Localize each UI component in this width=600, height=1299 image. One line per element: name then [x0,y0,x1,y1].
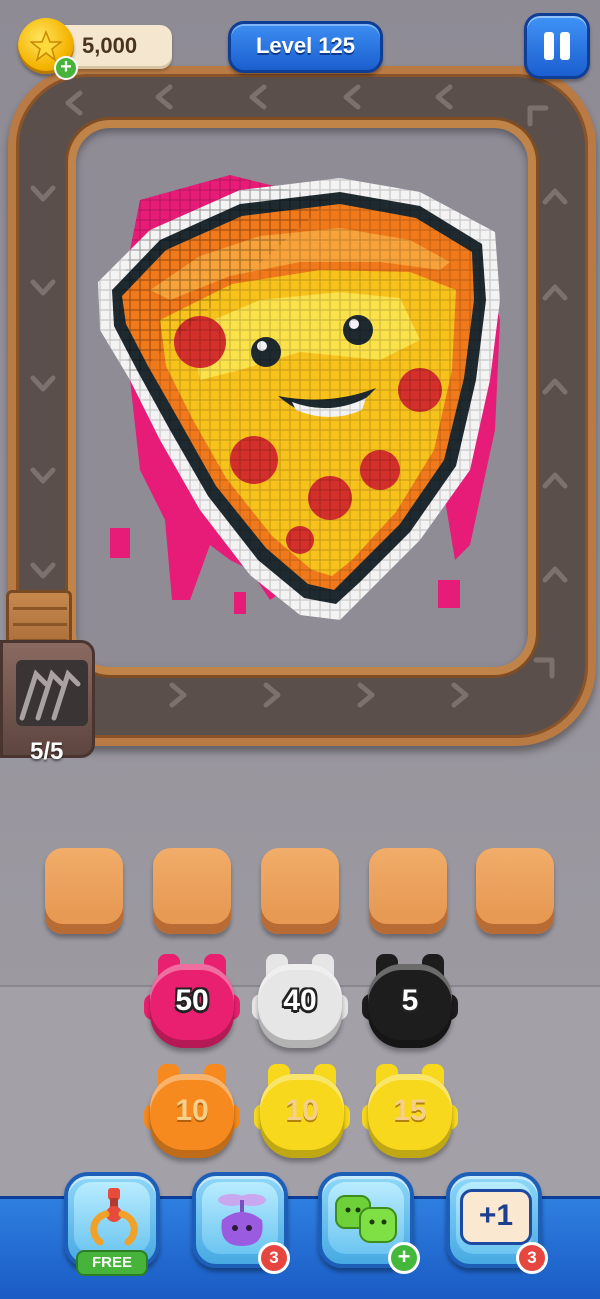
jelly-add-badge[interactable]: + [388,1242,420,1274]
conveyor-counter: 5/5 [30,738,64,765]
shooter-count: 10 [285,1094,319,1127]
free-tag: FREE [76,1250,148,1276]
holding-slot-4[interactable] [369,848,447,934]
add-coins-icon[interactable]: + [54,56,78,80]
shooter-blob[interactable]: 10 [254,1062,350,1162]
launcher-teeth [16,660,88,726]
shooter-blob[interactable]: 10 [144,1062,240,1162]
holding-slot-5[interactable] [476,848,554,934]
shooter-count: 10 [175,1094,209,1127]
shooter-blob[interactable]: 50 [144,952,240,1052]
pause-icon [544,32,554,60]
shooter-count: 40 [283,984,317,1017]
fan-count-badge: 3 [258,1242,290,1274]
level-title: Level 125 [228,21,383,73]
extra-slot-count-badge: 3 [516,1242,548,1274]
coin-value: 5,000 [82,33,138,58]
pause-button[interactable] [524,13,590,79]
holding-slot-2[interactable] [153,848,231,934]
holding-slot-3[interactable] [261,848,339,934]
shooter-blob[interactable]: 5 [362,952,458,1052]
shooter-blob[interactable]: 15 [362,1062,458,1162]
extra-slot-label: +1 [460,1189,532,1245]
shooter-count: 15 [393,1094,427,1127]
holding-slot-1[interactable] [45,848,123,934]
shooter-count: 50 [175,984,209,1017]
jelly-icon [335,1195,397,1243]
shooter-blob[interactable]: 40 [252,952,348,1052]
claw-icon [90,1188,138,1246]
fan-icon [218,1194,266,1246]
shooter-count: 5 [401,984,419,1017]
